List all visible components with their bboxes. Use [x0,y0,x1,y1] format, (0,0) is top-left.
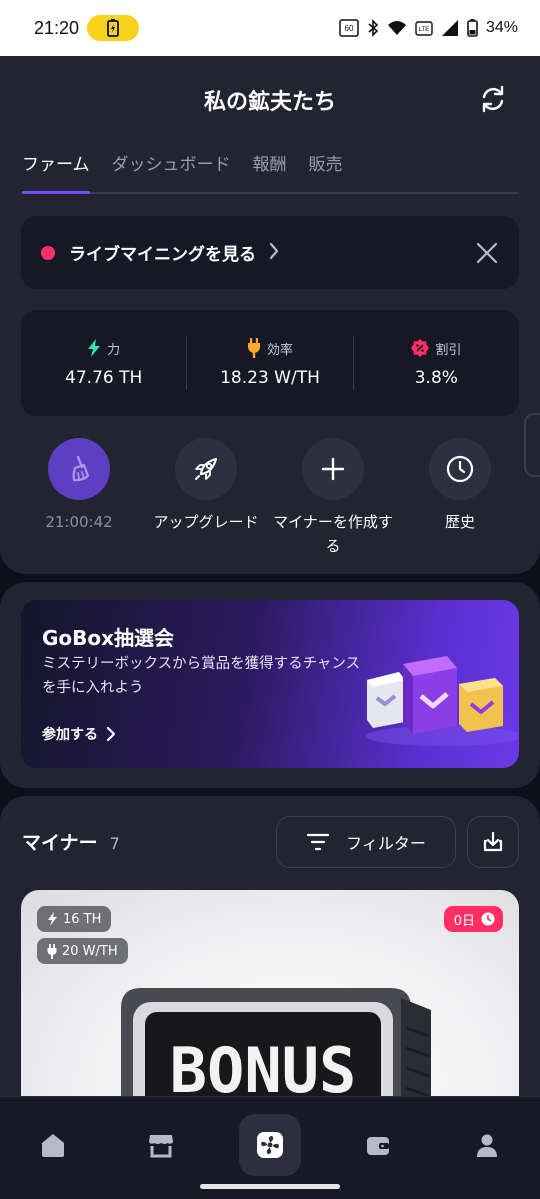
miner-efficiency-chip: 20 W/TH [37,938,128,964]
live-mining-label: ライブマイニングを見る [69,245,256,265]
silver-box [367,672,405,728]
tab-sell[interactable]: 販売 [309,148,343,192]
stat-discount-value: 3.8% [414,367,458,388]
tab-bar: ファーム ダッシュボード 報酬 販売 [22,148,518,194]
mystery-boxes-image [366,656,519,746]
tab-rewards[interactable]: 報酬 [253,148,287,192]
download-button[interactable] [467,816,519,868]
bottom-navigation [0,1096,540,1199]
fan-icon [257,1132,283,1158]
signal-icon [441,19,459,37]
join-button[interactable]: 参加する [42,724,116,744]
miners-count: 7 [109,834,120,853]
lightning-icon [48,912,57,926]
create-miner-label: マイナーを作成する [273,513,393,555]
svg-text:60: 60 [345,24,354,33]
battery-icon [467,19,478,37]
clock-icon [429,438,491,500]
upgrade-label: アップグレード [153,513,259,531]
wallet-icon [367,1137,389,1155]
refresh-icon [482,85,504,113]
tab-farm[interactable]: ファーム [22,148,90,194]
system-home-indicator[interactable] [200,1184,340,1189]
history-label: 歴史 [444,513,475,531]
miner-efficiency: 20 W/TH [62,943,118,959]
nav-home[interactable] [23,1115,83,1175]
farm-overview-panel: 私の鉱夫たち ファーム ダッシュボード 報酬 販売 ライブマイニングを見る 力 … [0,56,540,574]
miners-title: マイナー [22,832,98,854]
refresh-button[interactable] [478,84,508,114]
rocket-icon [175,438,237,500]
history-button[interactable]: 歴史 [385,438,535,534]
close-banner-button[interactable] [475,241,499,265]
filter-button[interactable]: フィルター [276,816,456,868]
store-icon [149,1135,173,1158]
purple-box [403,656,457,734]
download-icon [483,831,503,852]
stats-card: 力 47.76 TH 効率 18.23 W/TH 割引 3.8% [21,310,519,416]
bluetooth-icon [367,19,379,37]
wifi-icon [387,20,407,36]
days-badge: 0日 [443,906,503,932]
battery-saver-icon [87,15,140,41]
gold-box [459,678,503,732]
page-title: 私の鉱夫たち [203,90,336,115]
nav-profile[interactable] [457,1115,517,1175]
clock-icon [481,912,495,926]
lightning-icon [88,339,101,357]
nav-market[interactable] [131,1115,191,1175]
stat-efficiency-label: 効率 [266,342,293,358]
days-value: 0日 [453,913,475,929]
nav-wallet[interactable] [348,1115,408,1175]
status-icons: 60 LTE 34% [339,19,518,37]
live-mining-banner[interactable]: ライブマイニングを見る [21,216,519,289]
chevron-right-icon [106,726,116,742]
data-speed-icon: 60 [339,19,359,37]
stat-discount-label: 割引 [435,342,462,358]
close-icon [476,242,498,263]
chevron-right-icon [268,241,280,265]
promo-section: GoBox抽選会 ミステリーボックスから賞品を獲得するチャンスを手に入れよう 参… [0,582,540,788]
stat-efficiency: 効率 18.23 W/TH [187,338,352,388]
app-screen: 私の鉱夫たち ファーム ダッシュボード 報酬 販売 ライブマイニングを見る 力 … [0,56,540,1199]
plus-icon [302,438,364,500]
profile-icon [477,1134,497,1157]
promo-title: GoBox抽選会 [42,626,175,650]
filter-icon [307,833,330,851]
discount-badge-icon [411,339,430,357]
promo-description: ミステリーボックスから賞品を獲得するチャンスを手に入れよう [42,656,361,696]
broom-icon [48,438,110,500]
miner-power-chip: 16 TH [37,906,112,932]
plug-icon [247,338,260,358]
plug-icon [47,943,57,959]
svg-text:LTE: LTE [419,27,430,33]
battery-percent: 34% [485,19,518,36]
live-indicator-dot [41,245,55,260]
stat-discount: 割引 3.8% [354,339,519,388]
status-time: 21:20 [34,17,80,38]
gobox-promo-card[interactable]: GoBox抽選会 ミステリーボックスから賞品を獲得するチャンスを手に入れよう 参… [21,600,519,768]
miners-heading: マイナー 7 [22,828,120,855]
volte-icon: LTE [415,19,433,37]
stat-power-label: 力 [107,342,121,358]
home-icon [42,1134,64,1157]
stat-power: 力 47.76 TH [21,339,186,388]
miner-power: 16 TH [63,911,102,927]
join-label: 参加する [42,727,98,743]
nav-miners[interactable] [239,1114,301,1188]
filter-label: フィルター [346,834,426,853]
tab-dashboard[interactable]: ダッシュボード [112,148,231,192]
status-bar: 21:20 60 LTE 34% [0,0,540,56]
stat-power-value: 47.76 TH [65,367,143,388]
stat-efficiency-value: 18.23 W/TH [220,368,320,388]
action-row: 21:00:42 アップグレード マイナーを作成する 歴史 [0,438,540,558]
maintenance-timer: 21:00:42 [45,513,113,531]
